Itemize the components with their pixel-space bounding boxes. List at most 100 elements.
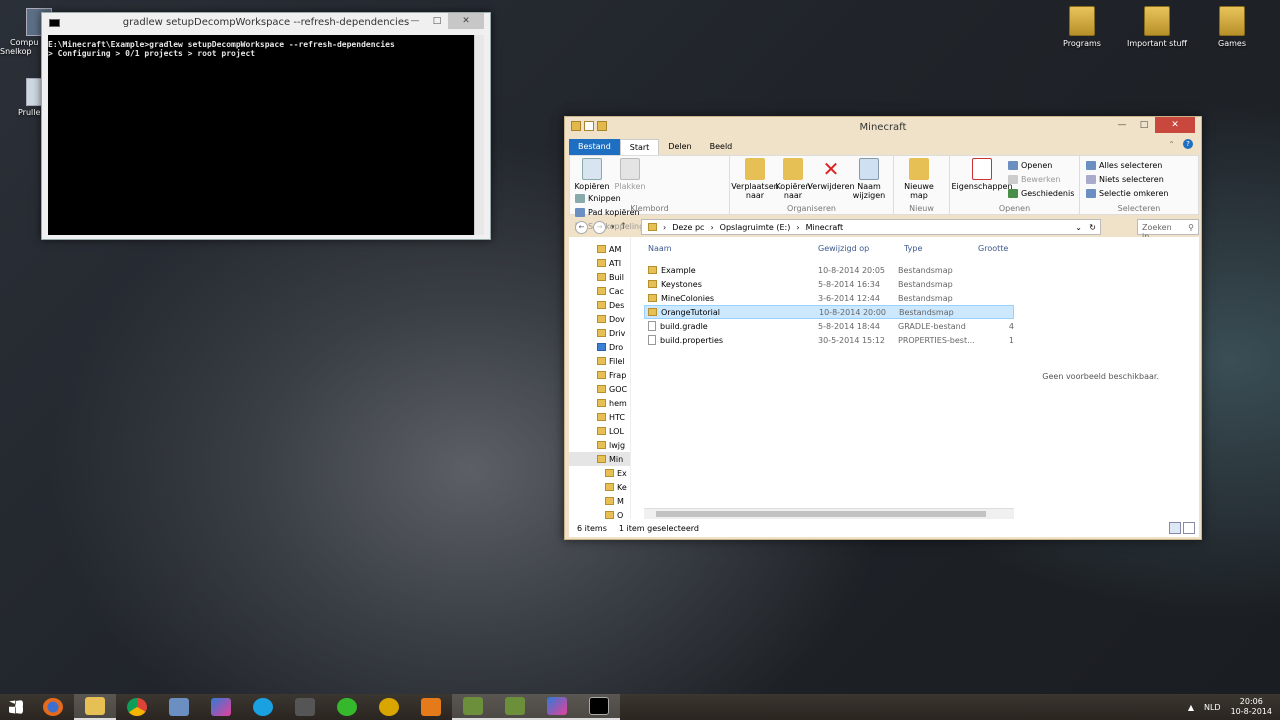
chevron-right-icon[interactable]: › <box>796 223 799 232</box>
tab-beeld[interactable]: Beeld <box>701 139 742 155</box>
file-row[interactable]: Keystones 5-8-2014 16:34 Bestandsmap <box>644 277 1014 291</box>
file-row[interactable]: build.properties 30-5-2014 15:12 PROPERT… <box>644 333 1014 347</box>
explorer-titlebar[interactable]: Minecraft — □ ✕ <box>565 117 1201 137</box>
tree-item[interactable]: O <box>569 508 630 519</box>
clock[interactable]: 20:06 10-8-2014 <box>1231 697 1272 717</box>
chevron-right-icon[interactable]: › <box>710 223 713 232</box>
chevron-up-icon[interactable]: ▲ <box>1188 703 1194 712</box>
nieuwe-map-button[interactable]: Nieuwe map <box>900 158 938 200</box>
chevron-up-icon[interactable]: ⌃ <box>1168 140 1175 149</box>
taskbar-minecraft-2[interactable] <box>494 694 536 720</box>
close-button[interactable]: ✕ <box>448 13 484 29</box>
details-view-icon[interactable] <box>1169 522 1181 534</box>
column-header-gewijzigd[interactable]: Gewijzigd op <box>818 244 898 253</box>
desktop-icon-games[interactable]: Games <box>1199 6 1265 48</box>
explorer-window[interactable]: Minecraft — □ ✕ Bestand Start Delen Beel… <box>564 116 1202 540</box>
tree-item[interactable]: AM <box>569 242 630 256</box>
close-button[interactable]: ✕ <box>1155 117 1195 133</box>
taskbar-razer[interactable] <box>326 694 368 720</box>
navigation-pane[interactable]: AM ATI Buil Cac Des Dov Driv Dro Filel F… <box>569 237 631 519</box>
refresh-icon[interactable]: ↻ <box>1089 223 1096 232</box>
tree-item[interactable]: M <box>569 494 630 508</box>
tree-item[interactable]: ATI <box>569 256 630 270</box>
taskbar-firefox[interactable] <box>32 694 74 720</box>
tree-item[interactable]: Filel <box>569 354 630 368</box>
taskbar-intellij-2[interactable] <box>536 694 578 720</box>
verwijderen-button[interactable]: ✕ Verwijderen <box>807 158 854 191</box>
tree-item[interactable]: hem <box>569 396 630 410</box>
file-row[interactable]: MineColonies 3-6-2014 12:44 Bestandsmap <box>644 291 1014 305</box>
desktop-icon-programs[interactable]: Programs <box>1049 6 1115 48</box>
geschiedenis-button[interactable]: Geschiedenis <box>1008 186 1074 200</box>
tree-item[interactable]: GOC <box>569 382 630 396</box>
file-list[interactable]: Naam Gewijzigd op Type Grootte Example 1… <box>644 237 1014 519</box>
plakken-button[interactable]: Plakken <box>611 158 649 191</box>
tree-item[interactable]: Ke <box>569 480 630 494</box>
tree-item[interactable]: Buil <box>569 270 630 284</box>
bewerken-button[interactable]: Bewerken <box>1008 172 1074 186</box>
naam-wijzigen-button[interactable]: Naam wijzigen <box>850 158 888 200</box>
taskbar-skype[interactable] <box>242 694 284 720</box>
language-indicator[interactable]: NLD <box>1204 703 1221 712</box>
taskbar-cmd[interactable] <box>578 694 620 720</box>
console-scrollbar[interactable] <box>474 35 484 235</box>
column-header-grootte[interactable]: Grootte <box>978 244 1008 253</box>
maximize-button[interactable]: □ <box>426 13 448 29</box>
search-input[interactable]: Zoeken in... ⚲ <box>1137 219 1199 241</box>
tree-item[interactable]: Frap <box>569 368 630 382</box>
tree-item[interactable]: HTC <box>569 410 630 424</box>
tree-item[interactable]: Min <box>569 452 630 466</box>
taskbar-headset-app[interactable] <box>368 694 410 720</box>
taskbar-intellij[interactable] <box>200 694 242 720</box>
column-header-naam[interactable]: Naam <box>644 244 818 253</box>
forward-button[interactable]: → <box>593 220 606 234</box>
breadcrumb-item[interactable]: Opslagruimte (E:) <box>720 223 791 232</box>
maximize-button[interactable]: □ <box>1133 117 1155 133</box>
tab-delen[interactable]: Delen <box>659 139 700 155</box>
large-icons-view-icon[interactable] <box>1183 522 1195 534</box>
taskbar-orange-app[interactable] <box>410 694 452 720</box>
openen-button[interactable]: Openen <box>1008 158 1074 172</box>
breadcrumb-item[interactable]: Deze pc <box>672 223 704 232</box>
tree-item[interactable]: Cac <box>569 284 630 298</box>
desktop-icon-important-stuff[interactable]: Important stuff <box>1124 6 1190 48</box>
scrollbar-thumb[interactable] <box>656 511 986 517</box>
tree-item[interactable]: Dro <box>569 340 630 354</box>
chevron-down-icon[interactable]: ⌄ <box>1075 223 1082 232</box>
breadcrumb-item[interactable]: Minecraft <box>806 223 844 232</box>
file-row[interactable]: build.gradle 5-8-2014 18:44 GRADLE-besta… <box>644 319 1014 333</box>
eigenschappen-button[interactable]: Eigenschappen <box>951 158 1013 191</box>
start-button[interactable] <box>0 694 32 720</box>
console-output[interactable]: E:\Minecraft\Example>gradlew setupDecomp… <box>48 35 474 235</box>
tab-bestand[interactable]: Bestand <box>569 139 620 155</box>
taskbar-file-explorer[interactable] <box>74 694 116 720</box>
alles-selecteren-button[interactable]: Alles selecteren <box>1086 158 1195 172</box>
recent-dropdown-icon[interactable]: ▾ <box>611 223 615 231</box>
chevron-right-icon[interactable]: › <box>663 223 666 232</box>
tree-item[interactable]: Dov <box>569 312 630 326</box>
tree-item[interactable]: Ex <box>569 466 630 480</box>
column-header-type[interactable]: Type <box>898 244 978 253</box>
kopieren-naar-button[interactable]: Kopiëren naar <box>774 158 812 200</box>
taskbar-minecraft-1[interactable] <box>452 694 494 720</box>
file-row[interactable]: OrangeTutorial 10-8-2014 20:00 Bestandsm… <box>644 305 1014 319</box>
niets-selecteren-button[interactable]: Niets selecteren <box>1086 172 1195 186</box>
tree-item[interactable]: Des <box>569 298 630 312</box>
tree-item[interactable]: lwjg <box>569 438 630 452</box>
minimize-button[interactable]: — <box>404 13 426 29</box>
minimize-button[interactable]: — <box>1111 117 1133 133</box>
up-button[interactable]: ↑ <box>620 222 628 232</box>
tree-item[interactable]: Driv <box>569 326 630 340</box>
tree-item[interactable]: LOL <box>569 424 630 438</box>
verplaatsen-button[interactable]: Verplaatsen naar <box>731 158 779 200</box>
back-button[interactable]: ← <box>575 220 588 234</box>
help-icon[interactable]: ? <box>1183 139 1193 149</box>
file-row[interactable]: Example 10-8-2014 20:05 Bestandsmap <box>644 263 1014 277</box>
address-bar[interactable]: › Deze pc › Opslagruimte (E:) › Minecraf… <box>641 219 1101 235</box>
console-titlebar[interactable]: gradlew setupDecompWorkspace --refresh-d… <box>42 13 490 33</box>
taskbar-media-app[interactable] <box>284 694 326 720</box>
horizontal-scrollbar[interactable] <box>644 508 1014 519</box>
kopieren-button[interactable]: Kopiëren <box>573 158 611 191</box>
tab-start[interactable]: Start <box>619 139 660 155</box>
taskbar-visual-app[interactable] <box>158 694 200 720</box>
